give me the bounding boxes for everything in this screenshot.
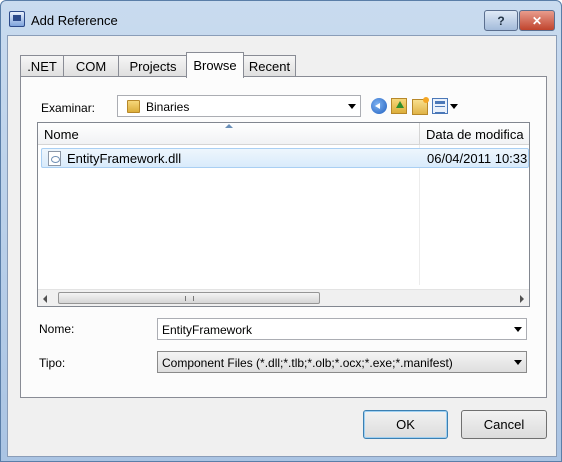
- file-name-cell: EntityFramework.dll: [67, 151, 182, 166]
- ok-button[interactable]: OK: [363, 410, 448, 439]
- table-row[interactable]: EntityFramework.dll 06/04/2011 10:33: [41, 148, 529, 168]
- tab-com[interactable]: COM: [63, 55, 119, 77]
- up-folder-icon[interactable]: [391, 98, 407, 114]
- dll-file-icon: [48, 151, 61, 166]
- look-in-value: Binaries: [146, 100, 190, 114]
- folder-icon: [127, 100, 140, 113]
- file-date-cell: 06/04/2011 10:33: [427, 151, 528, 166]
- close-button[interactable]: ✕: [519, 10, 555, 31]
- dialog-body: .NET COM Projects Browse Recent Examinar…: [7, 35, 557, 457]
- column-header-name-label: Nome: [44, 127, 79, 142]
- tab-projects[interactable]: Projects: [118, 55, 188, 77]
- chevron-down-icon[interactable]: [514, 327, 522, 332]
- new-folder-icon[interactable]: [412, 97, 429, 115]
- horizontal-scrollbar[interactable]: [38, 289, 529, 306]
- scrollbar-thumb[interactable]: [58, 292, 320, 304]
- scroll-right-icon[interactable]: [520, 295, 524, 303]
- look-in-dropdown[interactable]: Binaries: [117, 95, 361, 117]
- file-name-label: Nome:: [39, 322, 75, 336]
- sort-ascending-icon: [225, 124, 233, 128]
- look-in-label: Examinar:: [41, 101, 96, 115]
- column-header-date[interactable]: Data de modifica: [420, 123, 529, 145]
- add-reference-window: Add Reference ? ✕ .NET COM Projects Brow…: [0, 0, 562, 462]
- chevron-down-icon: [348, 104, 356, 109]
- views-chevron-down-icon[interactable]: [450, 104, 458, 109]
- back-icon[interactable]: [371, 98, 387, 114]
- window-title: Add Reference: [31, 13, 118, 28]
- tab-dotnet[interactable]: .NET: [20, 55, 64, 77]
- tab-recent[interactable]: Recent: [243, 55, 296, 77]
- chevron-down-icon: [514, 360, 522, 365]
- scroll-left-icon[interactable]: [43, 295, 47, 303]
- file-name-input[interactable]: EntityFramework: [157, 318, 527, 340]
- tab-browse[interactable]: Browse: [186, 52, 244, 78]
- file-name-value: EntityFramework: [162, 323, 253, 337]
- help-button[interactable]: ?: [484, 10, 518, 31]
- cancel-button[interactable]: Cancel: [461, 410, 547, 439]
- title-bar[interactable]: Add Reference ? ✕: [1, 1, 561, 35]
- file-type-value: Component Files (*.dll;*.tlb;*.olb;*.ocx…: [162, 356, 453, 370]
- views-icon[interactable]: [432, 98, 448, 114]
- file-type-label: Tipo:: [39, 356, 66, 370]
- file-list[interactable]: Nome Data de modifica EntityFramework.dl…: [37, 122, 530, 307]
- column-header-name[interactable]: Nome: [38, 123, 420, 145]
- file-type-dropdown[interactable]: Component Files (*.dll;*.tlb;*.olb;*.ocx…: [157, 351, 527, 373]
- app-icon: [9, 11, 25, 27]
